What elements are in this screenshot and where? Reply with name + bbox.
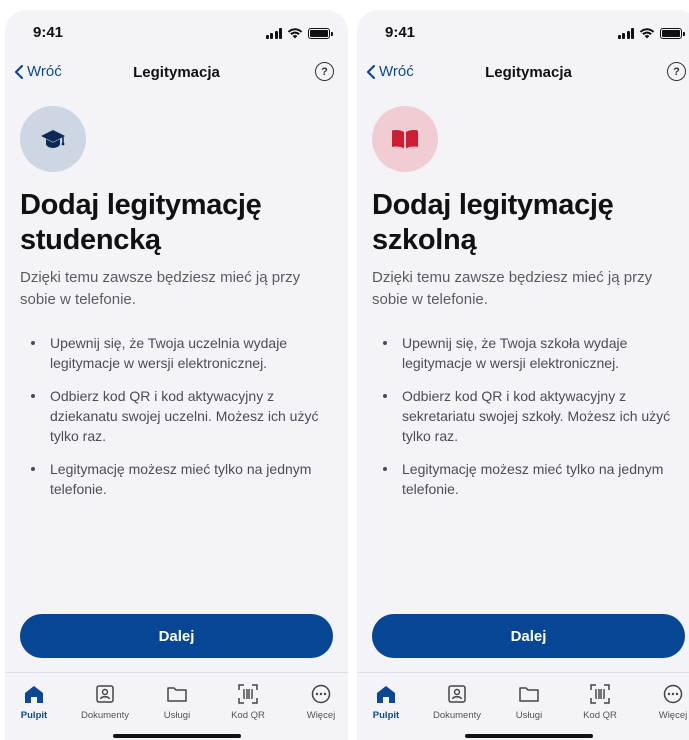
list-item: Legitymację możesz mieć tylko na jednym … [29, 459, 325, 499]
graduation-cap-icon [41, 130, 65, 148]
status-time: 9:41 [385, 24, 416, 41]
more-icon [663, 684, 683, 704]
question-circle-icon[interactable]: ? [315, 62, 334, 81]
status-icons [265, 27, 333, 39]
heading-line-1: Dodaj legitymację [20, 189, 262, 221]
qr-scan-icon [238, 684, 258, 704]
tab-kod-qr[interactable]: Kod QR [217, 683, 279, 721]
home-icon [377, 685, 395, 703]
more-icon [311, 684, 331, 704]
heading-line-2: studencką [20, 224, 161, 256]
page-heading: Dodaj legitymację studencką [20, 188, 340, 258]
tab-label: Więcej [306, 710, 336, 721]
heading-line-1: Dodaj legitymację [372, 189, 614, 221]
status-time: 9:41 [33, 24, 64, 41]
list-item: Odbierz kod QR i kod aktywacyjny z dziek… [29, 386, 325, 446]
student-hero-icon [20, 106, 86, 172]
tab-label: Pulpit [372, 710, 400, 721]
status-icons [617, 27, 685, 39]
open-book-icon [392, 130, 418, 149]
signal-icon [617, 27, 634, 39]
tab-label: Usługi [515, 710, 543, 721]
signal-icon [265, 27, 282, 39]
list-item: Legitymację możesz mieć tylko na jednym … [381, 459, 677, 499]
nav-bar: Wróć Legitymacja ? [357, 60, 689, 86]
tab-label: Dokumenty [432, 710, 482, 721]
tab-dokumenty[interactable]: Dokumenty [74, 683, 136, 721]
tab-uslugi[interactable]: Usługi [146, 683, 208, 721]
intro-text: Dzięki temu zawsze będziesz mieć ją przy… [20, 269, 301, 308]
id-card-icon [96, 685, 114, 703]
nav-title: Legitymacja [485, 64, 572, 81]
list-item: Upewnij się, że Twoja szkoła wydaje legi… [381, 333, 677, 373]
requirements-list: Upewnij się, że Twoja uczelnia wydaje le… [29, 333, 325, 512]
next-button[interactable]: Dalej [20, 614, 333, 658]
folder-icon [519, 687, 539, 702]
tab-label: Kod QR [583, 710, 617, 721]
id-card-icon [448, 685, 466, 703]
question-circle-icon[interactable]: ? [667, 62, 686, 81]
tab-bar: Pulpit Dokumenty Usługi Kod QR Więcej [357, 672, 689, 740]
qr-scan-icon [590, 684, 610, 704]
list-item: Odbierz kod QR i kod aktywacyjny z sekre… [381, 386, 677, 446]
requirements-list: Upewnij się, że Twoja szkoła wydaje legi… [381, 333, 677, 512]
tab-label: Usługi [163, 710, 191, 721]
phone-screen-school: 9:41 Wróć Legitymacja ? Dodaj legitymacj… [357, 10, 689, 740]
status-bar: 9:41 [5, 10, 348, 56]
home-icon [25, 685, 43, 703]
page-heading: Dodaj legitymację szkolną [372, 188, 689, 258]
tab-label: Dokumenty [80, 710, 130, 721]
home-indicator [465, 734, 593, 738]
folder-icon [167, 687, 187, 702]
school-hero-icon [372, 106, 438, 172]
tab-wiecej[interactable]: Więcej [290, 683, 348, 721]
tab-label: Więcej [658, 710, 688, 721]
battery-icon [660, 27, 685, 39]
home-indicator [113, 734, 241, 738]
wifi-icon [639, 28, 655, 39]
tab-pulpit[interactable]: Pulpit [5, 683, 65, 721]
battery-icon [308, 27, 333, 39]
tab-label: Pulpit [20, 710, 48, 721]
nav-title: Legitymacja [133, 64, 220, 81]
tab-pulpit[interactable]: Pulpit [357, 683, 417, 721]
tab-bar: Pulpit Dokumenty Usługi Kod QR Więcej [5, 672, 348, 740]
tab-wiecej[interactable]: Więcej [642, 683, 689, 721]
intro-text: Dzięki temu zawsze będziesz mieć ją przy… [372, 269, 653, 308]
phone-screen-student: 9:41 Wróć Legitymacja ? Dodaj legitymacj… [5, 10, 348, 740]
tab-dokumenty[interactable]: Dokumenty [426, 683, 488, 721]
tab-kod-qr[interactable]: Kod QR [569, 683, 631, 721]
wifi-icon [287, 28, 303, 39]
heading-line-2: szkolną [372, 224, 477, 256]
tab-uslugi[interactable]: Usługi [498, 683, 560, 721]
next-button[interactable]: Dalej [372, 614, 685, 658]
list-item: Upewnij się, że Twoja uczelnia wydaje le… [29, 333, 325, 373]
tab-label: Kod QR [231, 710, 265, 721]
status-bar: 9:41 [357, 10, 689, 56]
nav-bar: Wróć Legitymacja ? [5, 60, 348, 86]
